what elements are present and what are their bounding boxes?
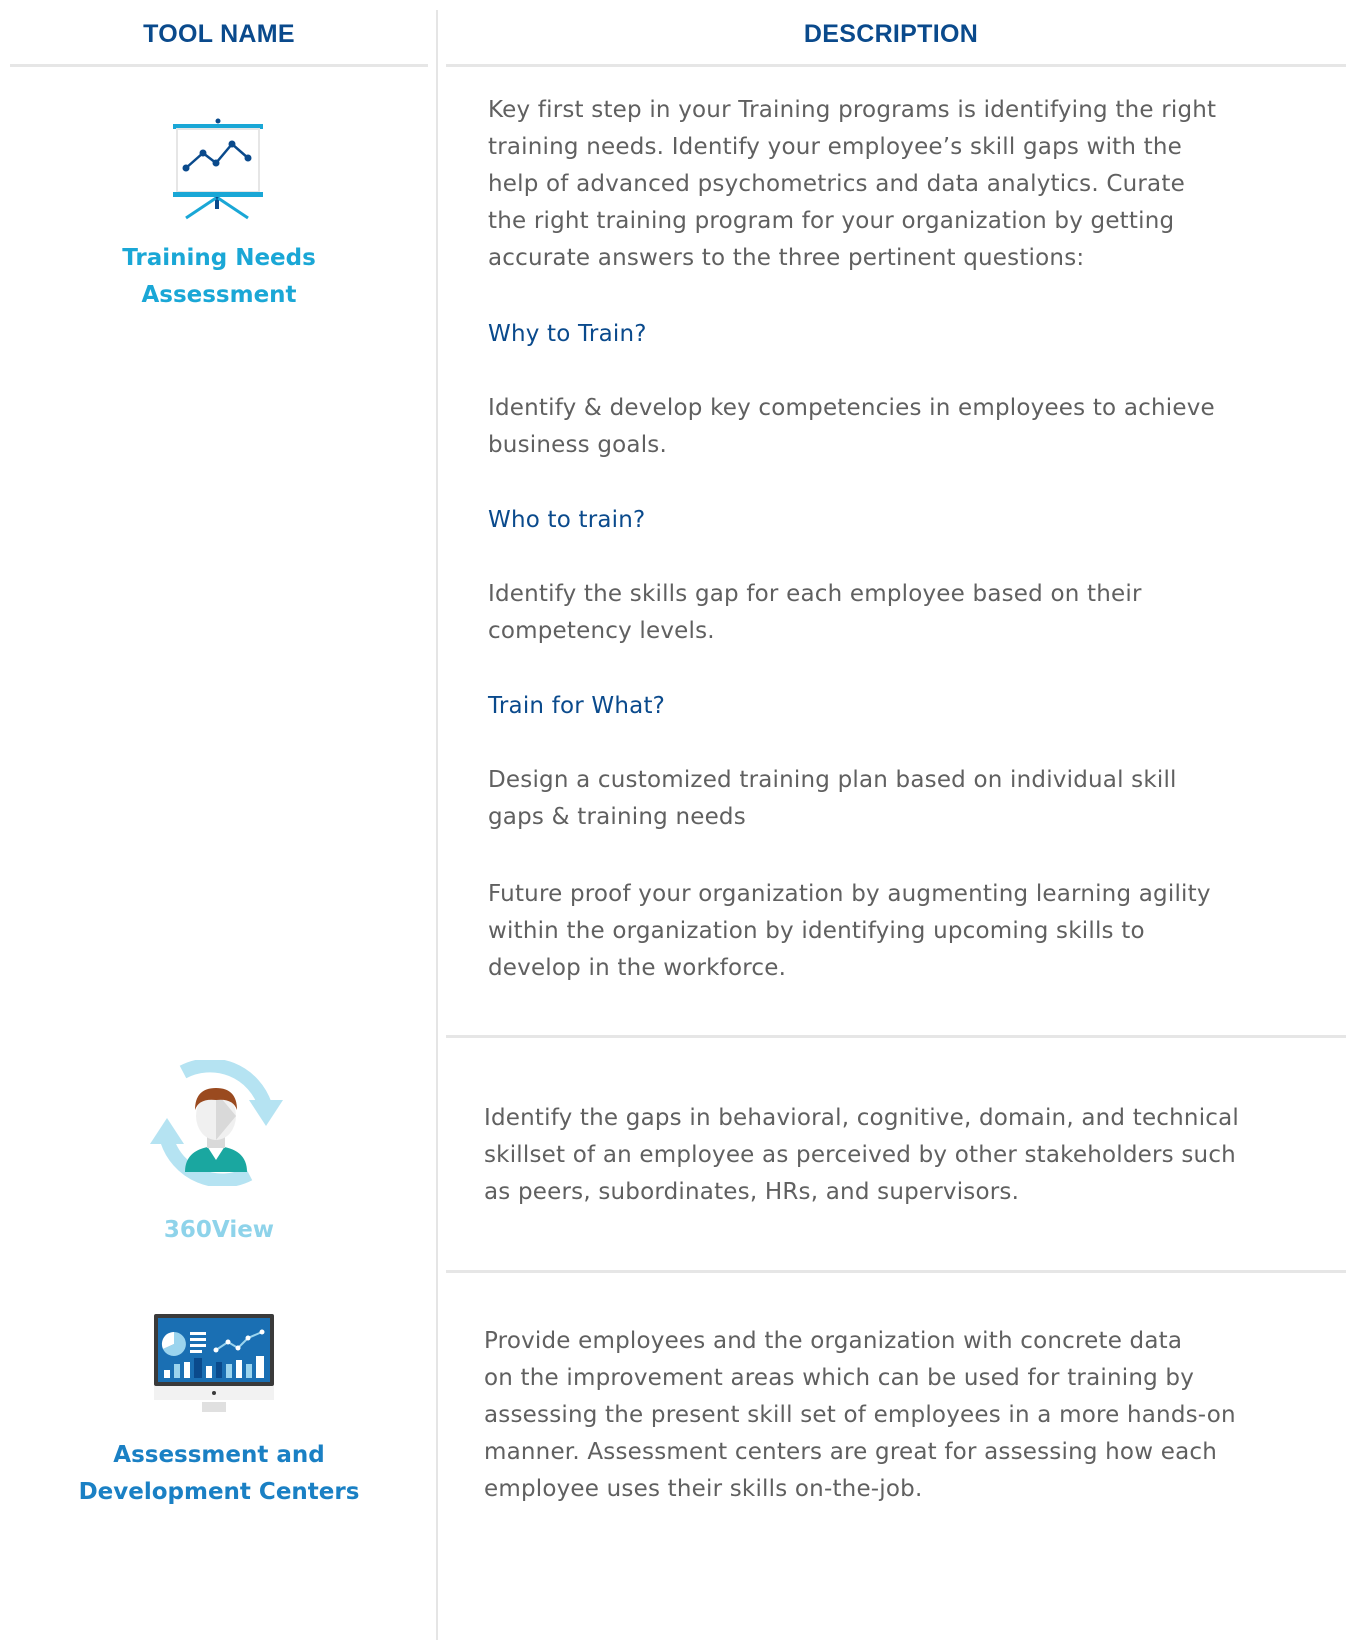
description-header: DESCRIPTION: [803, 20, 979, 48]
tool-name-line: Development Centers: [78, 1479, 360, 1505]
assessment-centers-description: Provide employees and the organization w…: [484, 1328, 1236, 1502]
tool-name-header: TOOL NAME: [143, 20, 295, 48]
presentation-chart-icon: [173, 118, 263, 220]
answer-why-to-train: Identify & develop key competencies in e…: [488, 395, 1215, 458]
360view-description: Identify the gaps in behavioral, cogniti…: [484, 1105, 1240, 1205]
360-person-cycle-icon: [150, 1060, 283, 1186]
answer-train-for-what: Design a customized training plan based …: [488, 767, 1177, 830]
question-train-for-what: Train for What?: [488, 693, 666, 719]
tool-name-training-needs: Training Needs Assessment: [10, 240, 428, 314]
tool-name-line: Assessment and: [113, 1442, 325, 1468]
training-needs-intro: Key first step in your Training programs…: [488, 97, 1217, 271]
answer-who-to-train: Identify the skills gap for each employe…: [488, 581, 1142, 644]
question-why-to-train: Why to Train?: [488, 321, 647, 347]
column-divider: [436, 10, 438, 1640]
monitor-dashboard-icon: [154, 1314, 274, 1412]
training-needs-closing: Future proof your organization by augmen…: [488, 881, 1211, 981]
header-underline-right: [446, 64, 1346, 67]
tool-name-line: Training Needs: [122, 245, 316, 271]
tool-name-360view: 360View: [163, 1217, 275, 1243]
question-who-to-train: Who to train?: [488, 507, 646, 533]
tool-name-line: Assessment: [141, 282, 297, 308]
row-divider: [446, 1035, 1346, 1038]
row-divider: [446, 1270, 1346, 1273]
header-underline-left: [10, 64, 428, 67]
tool-name-assessment-centers: Assessment and Development Centers: [10, 1437, 428, 1511]
